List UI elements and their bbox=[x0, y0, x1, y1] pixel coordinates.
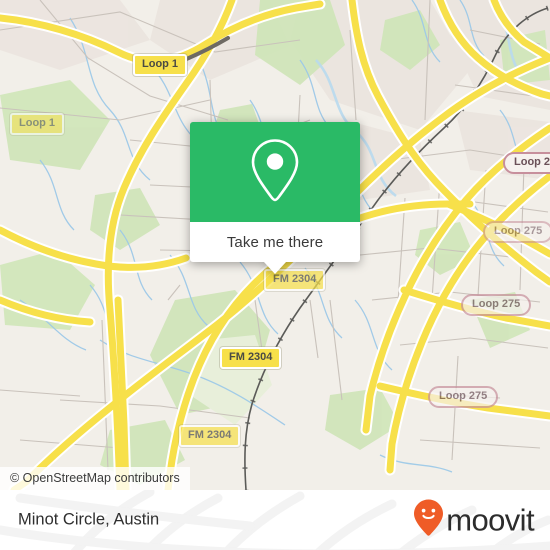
location-pin-icon bbox=[249, 137, 301, 208]
place-title: Minot Circle, Austin bbox=[18, 510, 160, 529]
road-shield-loop-275: Loop 275 bbox=[461, 294, 532, 316]
moovit-wordmark: moovit bbox=[446, 502, 534, 538]
moovit-map-screen: Loop 1 Loop 1 Loop 27 Loop 275 Loop 275 … bbox=[0, 0, 550, 550]
road-shield-loop-1: Loop 1 bbox=[10, 113, 65, 135]
moovit-brand[interactable]: moovit bbox=[413, 499, 535, 542]
footer-bar: Minot Circle, Austin moovit bbox=[0, 490, 550, 550]
road-shield-fm-2304: FM 2304 bbox=[220, 347, 282, 369]
location-popup-card[interactable]: Take me there bbox=[190, 122, 360, 274]
map-canvas[interactable]: Loop 1 Loop 1 Loop 27 Loop 275 Loop 275 … bbox=[0, 0, 550, 490]
popup-pin-panel bbox=[190, 122, 360, 222]
road-shield-fm-2304: FM 2304 bbox=[179, 425, 241, 447]
road-shield-loop-275: Loop 275 bbox=[483, 221, 550, 243]
road-shield-loop-275: Loop 275 bbox=[428, 386, 499, 408]
moovit-smiley-pin-icon bbox=[413, 499, 444, 542]
popup-action-bar[interactable]: Take me there bbox=[190, 222, 360, 262]
road-shield-loop-27: Loop 27 bbox=[503, 152, 550, 174]
road-shield-loop-1: Loop 1 bbox=[133, 54, 188, 76]
popup-tail bbox=[264, 262, 286, 274]
osm-attribution[interactable]: © OpenStreetMap contributors bbox=[0, 467, 190, 490]
take-me-there-label: Take me there bbox=[226, 233, 324, 251]
